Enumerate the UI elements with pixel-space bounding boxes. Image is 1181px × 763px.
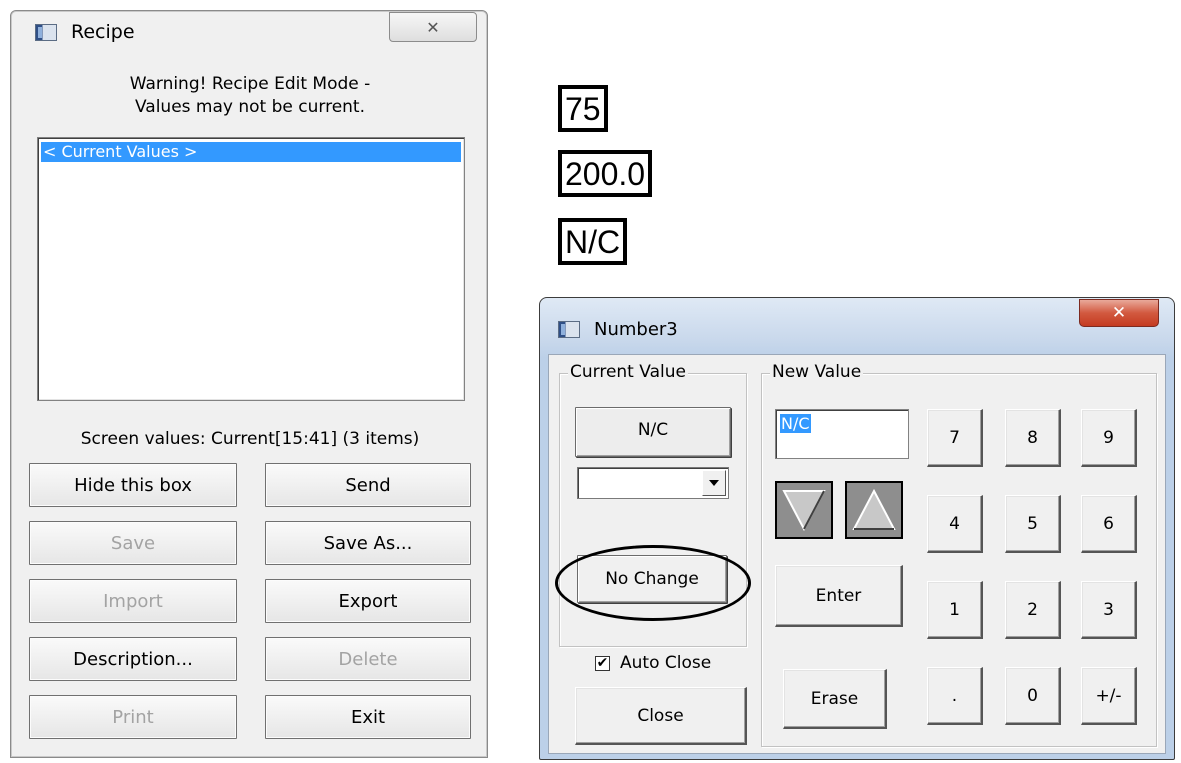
dropdown-arrow-button[interactable] [702,470,726,496]
key-3[interactable]: 3 [1081,581,1137,639]
key-decimal[interactable]: . [927,667,983,725]
new-value-label: New Value [770,362,864,382]
close-button[interactable]: ✕ [389,12,477,42]
key-7[interactable]: 7 [927,409,983,467]
key-8[interactable]: 8 [1005,409,1061,467]
warning-text: Warning! Recipe Edit Mode - Values may n… [11,73,489,119]
enter-button[interactable]: Enter [775,565,903,627]
number-window: Number3 ✕ Current Value N/C No Change ✔ … [539,297,1175,760]
print-button[interactable]: Print [29,695,237,739]
key-plus-minus[interactable]: +/- [1081,667,1137,725]
key-0[interactable]: 0 [1005,667,1061,725]
recipe-listbox[interactable]: < Current Values > [37,137,465,401]
current-value-label: Current Value [568,362,688,382]
close-dialog-button[interactable]: Close [575,687,747,745]
up-arrow-icon [852,489,896,530]
value-box-3[interactable]: N/C [558,218,628,265]
send-button[interactable]: Send [265,463,471,507]
description-button[interactable]: Description... [29,637,237,681]
down-arrow-icon [782,490,826,531]
save-as-button[interactable]: Save As... [265,521,471,565]
recipe-window: Recipe ✕ Warning! Recipe Edit Mode - Val… [10,10,488,758]
checkbox-box[interactable]: ✔ [595,655,610,671]
key-1[interactable]: 1 [927,581,983,639]
list-item[interactable]: < Current Values > [41,142,461,162]
hide-button[interactable]: Hide this box [29,463,237,507]
key-5[interactable]: 5 [1005,495,1061,553]
warning-line-2: Values may not be current. [134,97,365,117]
increment-button[interactable] [845,481,903,539]
import-button[interactable]: Import [29,579,237,623]
key-4[interactable]: 4 [927,495,983,553]
value-box-1[interactable]: 75 [558,85,608,132]
auto-close-checkbox[interactable]: ✔ Auto Close [595,653,711,673]
list-item-label: < Current Values > [43,142,198,161]
number-window-title: Number3 [594,318,678,340]
key-9[interactable]: 9 [1081,409,1137,467]
close-icon: ✕ [1111,303,1127,323]
chevron-down-icon [709,480,719,486]
recipe-title: Recipe [71,21,135,43]
number-client: Current Value N/C No Change ✔ Auto Close… [548,354,1166,754]
highlight-ellipse [555,545,751,621]
erase-button[interactable]: Erase [783,669,887,729]
key-2[interactable]: 2 [1005,581,1061,639]
close-button[interactable]: ✕ [1079,299,1159,327]
app-window-icon [35,23,57,41]
warning-line-1: Warning! Recipe Edit Mode - [129,74,371,94]
export-button[interactable]: Export [265,579,471,623]
current-value-display: N/C [575,407,731,457]
decrement-button[interactable] [775,481,833,539]
number-titlebar: Number3 [558,316,678,342]
close-icon: ✕ [426,17,440,37]
delete-button[interactable]: Delete [265,637,471,681]
save-button[interactable]: Save [29,521,237,565]
current-value-dropdown[interactable] [577,467,729,499]
value-box-2[interactable]: 200.0 [558,150,653,197]
new-value-input[interactable]: N/C [775,409,909,459]
new-value-text: N/C [780,414,811,433]
status-text: Screen values: Current[15:41] (3 items) [80,429,420,449]
key-6[interactable]: 6 [1081,495,1137,553]
exit-button[interactable]: Exit [265,695,471,739]
auto-close-label: Auto Close [620,653,712,673]
app-window-icon [558,320,580,338]
